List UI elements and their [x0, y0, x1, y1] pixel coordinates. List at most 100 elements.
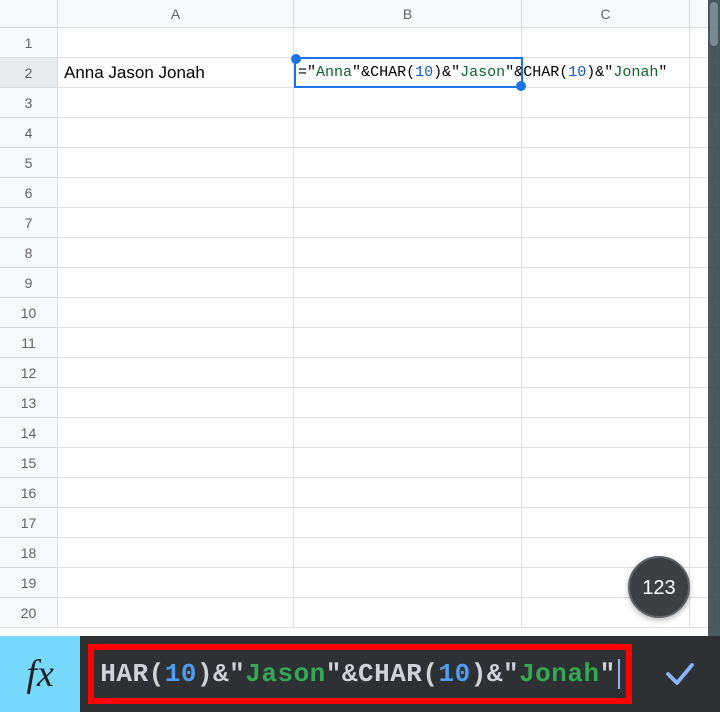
formula-token: CHAR: [358, 659, 422, 689]
cell[interactable]: [294, 118, 522, 148]
cell[interactable]: [58, 568, 294, 598]
formula-input[interactable]: HAR(10)&"Jason"&CHAR(10)&"Jonah": [88, 659, 631, 689]
row-header[interactable]: 17: [0, 508, 58, 538]
column-header-b[interactable]: B: [294, 0, 522, 28]
row-header[interactable]: 15: [0, 448, 58, 478]
cell[interactable]: [294, 598, 522, 628]
select-all-corner[interactable]: [0, 0, 58, 28]
column-header-a[interactable]: A: [58, 0, 294, 28]
cell[interactable]: [58, 298, 294, 328]
formula-token: (: [149, 659, 165, 689]
grid-row: 12: [0, 358, 720, 388]
row-header[interactable]: 16: [0, 478, 58, 508]
cell[interactable]: [522, 238, 690, 268]
cell[interactable]: [294, 148, 522, 178]
inline-formula-edit[interactable]: ="Anna"&CHAR(10)&"Jason"&CHAR(10)&"Jonah…: [298, 60, 667, 86]
cell[interactable]: [58, 118, 294, 148]
cell[interactable]: [58, 448, 294, 478]
cell[interactable]: [294, 178, 522, 208]
cell[interactable]: [522, 358, 690, 388]
cell[interactable]: [522, 208, 690, 238]
cell[interactable]: [294, 388, 522, 418]
cell[interactable]: [522, 88, 690, 118]
cell[interactable]: [522, 298, 690, 328]
cell[interactable]: [522, 418, 690, 448]
cell[interactable]: [294, 238, 522, 268]
cell[interactable]: [58, 358, 294, 388]
formula-token: ": [307, 64, 316, 81]
grid-row: 20: [0, 598, 720, 628]
cell[interactable]: [294, 88, 522, 118]
vertical-scrollbar-thumb[interactable]: [710, 2, 718, 46]
cell[interactable]: [294, 328, 522, 358]
cell[interactable]: [58, 208, 294, 238]
cell[interactable]: [522, 268, 690, 298]
formula-token: 10: [415, 64, 433, 81]
vertical-scrollbar[interactable]: [708, 0, 720, 636]
cell[interactable]: [522, 478, 690, 508]
cell[interactable]: Anna Jason Jonah: [58, 58, 294, 88]
cell[interactable]: [58, 148, 294, 178]
cell[interactable]: [58, 508, 294, 538]
cell[interactable]: [294, 538, 522, 568]
row-header[interactable]: 7: [0, 208, 58, 238]
numeric-keypad-toggle[interactable]: 123: [628, 556, 690, 618]
formula-token: ": [604, 64, 613, 81]
row-header[interactable]: 1: [0, 28, 58, 58]
cell[interactable]: [58, 88, 294, 118]
cell[interactable]: [58, 238, 294, 268]
cell[interactable]: [522, 448, 690, 478]
grid-row: 13: [0, 388, 720, 418]
cell[interactable]: [294, 268, 522, 298]
cell[interactable]: [522, 508, 690, 538]
cell[interactable]: [294, 448, 522, 478]
cell[interactable]: [294, 208, 522, 238]
formula-token: ": [658, 64, 667, 81]
row-header[interactable]: 6: [0, 178, 58, 208]
row-header[interactable]: 20: [0, 598, 58, 628]
cell[interactable]: [294, 568, 522, 598]
cell[interactable]: [522, 178, 690, 208]
row-header[interactable]: 4: [0, 118, 58, 148]
row-header[interactable]: 9: [0, 268, 58, 298]
formula-token: ": [505, 64, 514, 81]
cell[interactable]: [58, 418, 294, 448]
row-header[interactable]: 19: [0, 568, 58, 598]
row-header[interactable]: 3: [0, 88, 58, 118]
row-header[interactable]: 12: [0, 358, 58, 388]
row-header[interactable]: 5: [0, 148, 58, 178]
cell[interactable]: [58, 178, 294, 208]
fx-button[interactable]: fx: [0, 636, 80, 712]
row-header[interactable]: 10: [0, 298, 58, 328]
row-header[interactable]: 18: [0, 538, 58, 568]
cell[interactable]: [294, 478, 522, 508]
row-header[interactable]: 8: [0, 238, 58, 268]
cell[interactable]: [522, 148, 690, 178]
cell[interactable]: [58, 598, 294, 628]
row-header[interactable]: 13: [0, 388, 58, 418]
cell[interactable]: [294, 508, 522, 538]
cell[interactable]: [522, 388, 690, 418]
row-header[interactable]: 11: [0, 328, 58, 358]
row-header[interactable]: 14: [0, 418, 58, 448]
cell[interactable]: [522, 118, 690, 148]
cell[interactable]: [294, 358, 522, 388]
cell[interactable]: [58, 268, 294, 298]
cell[interactable]: [58, 478, 294, 508]
cell[interactable]: [294, 28, 522, 58]
grid-row: 1: [0, 28, 720, 58]
cell[interactable]: [294, 418, 522, 448]
cell[interactable]: [522, 328, 690, 358]
cell[interactable]: [58, 388, 294, 418]
cell[interactable]: [58, 538, 294, 568]
formula-token: ": [326, 659, 342, 689]
grid-row: 17: [0, 508, 720, 538]
grid-row: 5: [0, 148, 720, 178]
confirm-button[interactable]: [640, 636, 720, 712]
cell[interactable]: [58, 28, 294, 58]
cell[interactable]: [294, 298, 522, 328]
cell[interactable]: [522, 28, 690, 58]
row-header[interactable]: 2: [0, 58, 58, 88]
cell[interactable]: [58, 328, 294, 358]
column-header-c[interactable]: C: [522, 0, 690, 28]
